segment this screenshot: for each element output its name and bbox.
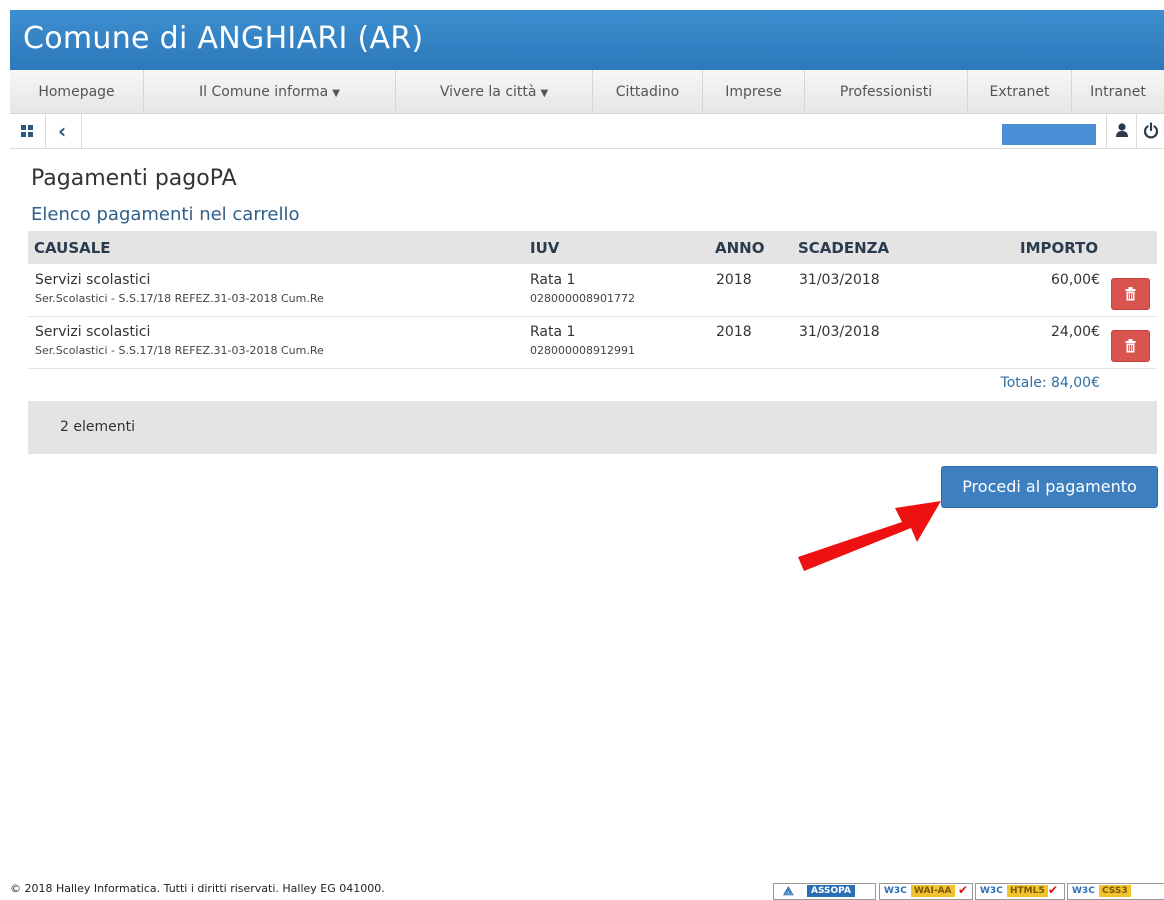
html5-label: HTML5 bbox=[1007, 885, 1048, 897]
table-header: CAUSALE IUV ANNO SCADENZA IMPORTO bbox=[28, 231, 1157, 264]
site-title[interactable]: Comune di ANGHIARI (AR) bbox=[23, 21, 424, 56]
menu-item-label: Professionisti bbox=[839, 84, 933, 100]
apps-grid-button[interactable] bbox=[10, 114, 46, 148]
menu-item-label: Vivere la città bbox=[439, 84, 537, 100]
total-amount: Totale: 84,00€ bbox=[1000, 375, 1100, 391]
row-iuv: Rata 1 bbox=[530, 272, 576, 288]
site-header: Comune di ANGHIARI (AR) bbox=[10, 10, 1164, 70]
menu-item-professionisti[interactable]: Professionisti bbox=[805, 70, 968, 113]
toolbar: ‹ bbox=[10, 114, 1164, 149]
assopa-label: ASSOPA bbox=[807, 885, 855, 897]
menu-item-extranet[interactable]: Extranet bbox=[968, 70, 1072, 113]
page-title: Pagamenti pagoPA bbox=[31, 166, 237, 191]
section-title: Elenco pagamenti nel carrello bbox=[31, 204, 300, 225]
row-iuv-code: 028000008901772 bbox=[530, 292, 635, 305]
trash-icon bbox=[1125, 287, 1136, 301]
w3c-label: W3C bbox=[1072, 886, 1095, 896]
row-causale-detail: Ser.Scolastici - S.S.17/18 REFEZ.31-03-2… bbox=[35, 292, 324, 305]
user-profile-button[interactable] bbox=[1106, 114, 1136, 148]
row-scadenza: 31/03/2018 bbox=[799, 324, 880, 340]
logout-button[interactable] bbox=[1136, 114, 1164, 148]
wai-aa-badge[interactable]: W3C WAI-AA ✔ bbox=[879, 883, 973, 900]
header-causale: CAUSALE bbox=[34, 239, 111, 257]
css3-label: CSS3 bbox=[1099, 885, 1131, 897]
delete-button[interactable] bbox=[1111, 330, 1150, 362]
menu-item-label: Imprese bbox=[725, 84, 782, 100]
menu-item-label: Il Comune informa bbox=[199, 84, 329, 100]
item-count: 2 elementi bbox=[60, 419, 135, 435]
assopa-logo-icon: ⟁ bbox=[783, 884, 794, 898]
row-iuv-code: 028000008912991 bbox=[530, 344, 635, 357]
css3-badge[interactable]: W3C CSS3 bbox=[1067, 883, 1164, 900]
table-row: Servizi scolastici Ser.Scolastici - S.S.… bbox=[28, 316, 1157, 369]
menu-item-intranet[interactable]: Intranet bbox=[1072, 70, 1164, 113]
check-icon: ✔ bbox=[958, 883, 969, 897]
row-causale: Servizi scolastici bbox=[35, 272, 151, 288]
assopa-badge[interactable]: ⟁ ASSOPA bbox=[773, 883, 876, 900]
red-arrow-annotation bbox=[798, 501, 941, 571]
menu-item-homepage[interactable]: Homepage bbox=[10, 70, 144, 113]
trash-icon bbox=[1125, 339, 1136, 353]
user-name-box[interactable] bbox=[1002, 124, 1096, 145]
main-menu: Homepage Il Comune informa ▼ Vivere la ci… bbox=[10, 70, 1164, 114]
check-icon: ✔ bbox=[1048, 883, 1059, 897]
caret-down-icon: ▼ bbox=[332, 88, 340, 99]
menu-item-comune-informa[interactable]: Il Comune informa ▼ bbox=[144, 70, 396, 113]
header-scadenza: SCADENZA bbox=[798, 239, 890, 257]
row-scadenza: 31/03/2018 bbox=[799, 272, 880, 288]
table-footer: 2 elementi bbox=[28, 402, 1157, 454]
table-row: Servizi scolastici Ser.Scolastici - S.S.… bbox=[28, 264, 1157, 317]
row-anno: 2018 bbox=[716, 324, 752, 340]
menu-item-label: Extranet bbox=[989, 84, 1050, 100]
menu-item-label: Homepage bbox=[38, 84, 115, 100]
row-iuv: Rata 1 bbox=[530, 324, 576, 340]
w3c-label: W3C bbox=[884, 886, 907, 896]
w3c-label: W3C bbox=[980, 886, 1003, 896]
proceed-payment-button[interactable]: Procedi al pagamento bbox=[941, 466, 1158, 508]
copyright-text: © 2018 Halley Informatica. Tutti i dirit… bbox=[10, 882, 385, 895]
row-causale-detail: Ser.Scolastici - S.S.17/18 REFEZ.31-03-2… bbox=[35, 344, 324, 357]
row-importo: 24,00€ bbox=[1051, 324, 1100, 340]
user-icon bbox=[1116, 123, 1128, 137]
html5-badge[interactable]: W3C HTML5 ✔ bbox=[975, 883, 1065, 900]
row-causale: Servizi scolastici bbox=[35, 324, 151, 340]
menu-item-cittadino[interactable]: Cittadino bbox=[593, 70, 703, 113]
row-anno: 2018 bbox=[716, 272, 752, 288]
power-icon bbox=[1143, 122, 1159, 139]
menu-item-vivere-citta[interactable]: Vivere la città ▼ bbox=[396, 70, 593, 113]
header-iuv: IUV bbox=[530, 239, 560, 257]
menu-item-label: Cittadino bbox=[615, 84, 680, 100]
header-anno: ANNO bbox=[715, 239, 765, 257]
wai-aa-label: WAI-AA bbox=[911, 885, 955, 897]
menu-item-imprese[interactable]: Imprese bbox=[703, 70, 805, 113]
chevron-left-icon: ‹ bbox=[58, 119, 67, 143]
header-importo: IMPORTO bbox=[1020, 239, 1099, 257]
row-importo: 60,00€ bbox=[1051, 272, 1100, 288]
caret-down-icon: ▼ bbox=[540, 88, 549, 99]
menu-item-label: Intranet bbox=[1090, 84, 1146, 100]
total-row: Totale: 84,00€ bbox=[28, 368, 1157, 402]
delete-button[interactable] bbox=[1111, 278, 1150, 310]
back-button[interactable]: ‹ bbox=[46, 114, 82, 148]
